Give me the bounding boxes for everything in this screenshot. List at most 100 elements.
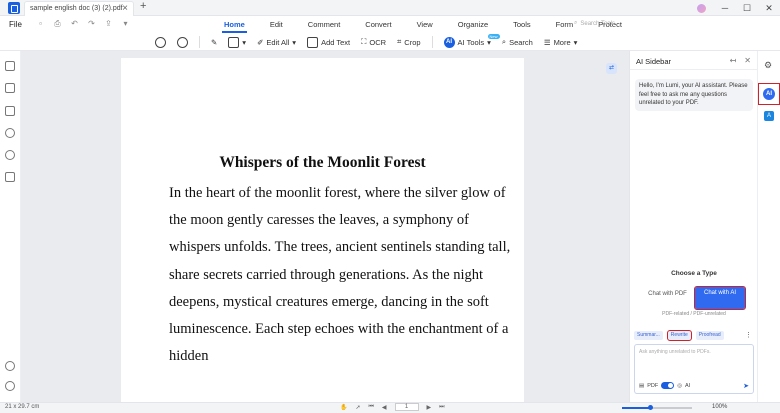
comment-icon[interactable]	[5, 106, 15, 116]
zoom-slider[interactable]	[622, 405, 692, 410]
close-icon[interactable]: ✕	[758, 3, 780, 14]
add-text-button[interactable]: Add Text	[307, 36, 350, 48]
menu-tools[interactable]: Tools	[513, 20, 531, 29]
menu-view[interactable]: View	[417, 20, 433, 29]
ai-tools-button[interactable]: AI AI Tools ▾ New	[443, 33, 500, 48]
zoom-in-icon	[177, 36, 188, 48]
summarize-button[interactable]: Summar...	[634, 331, 663, 340]
pdf-icon: ▤	[639, 382, 645, 389]
crop-icon: ⌗	[397, 37, 402, 46]
save-icon[interactable]: ▫	[36, 19, 45, 28]
maximize-icon[interactable]: ☐	[736, 3, 758, 14]
edit-all-label: Edit All	[266, 37, 290, 47]
ai-sidebar-toggle-button[interactable]: AI	[758, 83, 780, 105]
chat-with-pdf-option[interactable]: Chat with PDF	[644, 289, 691, 309]
print-icon[interactable]: ⎙	[53, 19, 62, 28]
menu-home[interactable]: Home	[222, 20, 247, 33]
back-icon[interactable]: ↤	[730, 56, 737, 65]
pdf-label: PDF	[647, 382, 659, 389]
ai-label: AI	[685, 382, 691, 389]
prev-page-icon[interactable]: ◀	[382, 404, 387, 411]
zoom-in-button[interactable]	[177, 36, 188, 48]
zoom-slider-handle[interactable]	[648, 405, 653, 410]
menu-organize[interactable]: Organize	[458, 20, 488, 29]
pdf-page[interactable]: Whispers of the Moonlit Forest In the he…	[121, 58, 524, 402]
new-tab-button[interactable]: +	[140, 0, 146, 12]
text-icon	[307, 36, 319, 48]
mode-toggle[interactable]	[661, 382, 675, 389]
tab-title: sample english doc (3) (2).pdf	[30, 5, 123, 12]
crop-label: Crop	[404, 37, 421, 47]
zoom-slider-fill	[622, 407, 650, 409]
avatar[interactable]	[697, 3, 706, 13]
undo-icon[interactable]: ↶	[70, 19, 79, 28]
search-label: Search	[509, 37, 533, 47]
document-tab[interactable]: sample english doc (3) (2).pdf ×	[24, 1, 134, 16]
layers-icon[interactable]	[5, 172, 15, 182]
search-tools[interactable]: ⌕ Search Tools	[574, 20, 615, 27]
hand-tool-icon[interactable]: ✋	[340, 404, 347, 411]
select-tool-icon[interactable]: ➚	[355, 404, 360, 411]
menu-convert[interactable]: Convert	[365, 20, 391, 29]
toolbar: ✎ ▾ ✐ Edit All ▾ Add Text ⛶ OCR ⌗ Crop AI AI…	[0, 33, 780, 51]
search-icon: ⌕	[501, 37, 507, 46]
chevron-down-icon: ▾	[292, 37, 297, 47]
redo-icon[interactable]: ↷	[87, 19, 96, 28]
share-icon[interactable]: ⇪	[104, 19, 113, 28]
document-body: In the heart of the moonlit forest, wher…	[169, 185, 511, 365]
pages-icon[interactable]	[5, 61, 15, 71]
crop-button[interactable]: ⌗ Crop	[397, 37, 421, 47]
pdf-ai-toggle[interactable]: ▤ PDF ◎ AI	[639, 382, 690, 389]
ai-icon: AI	[443, 36, 455, 48]
page-number-input[interactable]: 1	[394, 403, 419, 411]
chat-with-ai-option[interactable]: Chat with AI	[694, 286, 746, 310]
menu-edit[interactable]: Edit	[270, 20, 283, 29]
menu-form[interactable]: Form	[556, 20, 574, 29]
highlight-button[interactable]: ✎	[211, 38, 217, 47]
ocr-button[interactable]: ⛶ OCR	[361, 37, 386, 47]
dropdown-icon[interactable]: ▾	[121, 19, 130, 28]
translate-rail-icon[interactable]: A	[764, 111, 774, 121]
properties-icon[interactable]: ⚙	[764, 60, 772, 71]
last-page-icon[interactable]: ⏭	[439, 404, 444, 411]
proofread-button[interactable]: Proofread	[695, 331, 724, 340]
close-icon[interactable]: ✕	[744, 56, 751, 65]
search-button[interactable]: ⌕ Search	[502, 37, 533, 47]
bookmark-icon[interactable]	[5, 83, 15, 93]
tab-close-icon[interactable]: ×	[122, 3, 128, 14]
menu-bar: File ▫ ⎙ ↶ ↷ ⇪ ▾ Home Edit Comment Conve…	[0, 16, 780, 33]
zoom-level[interactable]: 100%	[712, 404, 727, 410]
more-options-icon[interactable]: ⋮	[745, 331, 752, 339]
edit-all-button[interactable]: ✐ Edit All ▾	[257, 38, 296, 47]
notifications-icon[interactable]	[5, 381, 15, 391]
first-page-icon[interactable]: ⏮	[369, 404, 374, 411]
search-icon[interactable]	[5, 150, 15, 160]
menu-comment[interactable]: Comment	[308, 20, 341, 29]
more-icon: ☰	[543, 37, 551, 47]
ai-sidebar-title: AI Sidebar	[636, 57, 672, 66]
next-page-icon[interactable]: ▶	[427, 404, 432, 411]
search-icon: ⌕	[574, 20, 578, 26]
send-icon[interactable]: ➤	[743, 382, 749, 390]
chat-type-note: PDF-related / PDF-unrelated	[662, 311, 726, 317]
ai-input-placeholder: Ask anything unrelated to PDFs.	[639, 349, 711, 355]
translate-icon[interactable]: ⇄	[606, 63, 617, 74]
page-navigation: ✋ ➚ ⏮ ◀ 1 ▶ ⏭	[340, 403, 445, 411]
ai-greeting-message: Hello, I'm Lumi, your AI assistant. Plea…	[635, 79, 753, 111]
zoom-out-button[interactable]	[155, 36, 166, 48]
ai-tools-label: AI Tools	[457, 37, 485, 47]
title-bar: sample english doc (3) (2).pdf × + ─ ☐ ✕	[0, 0, 780, 16]
rewrite-button[interactable]: Rewrite	[666, 330, 692, 341]
more-button[interactable]: ☰ More ▾	[544, 38, 578, 47]
shape-button[interactable]: ▾	[228, 36, 246, 48]
ai-chat-input[interactable]: Ask anything unrelated to PDFs. ▤ PDF ◎ …	[634, 344, 754, 394]
document-viewer[interactable]: Whispers of the Moonlit Forest In the he…	[21, 51, 629, 402]
zoom-out-icon	[155, 36, 166, 48]
file-menu[interactable]: File	[9, 20, 22, 29]
ocr-icon: ⛶	[361, 37, 367, 46]
help-icon[interactable]	[5, 361, 15, 371]
search-tools-placeholder: Search Tools	[580, 20, 615, 27]
ocr-label: OCR	[369, 37, 387, 47]
minimize-icon[interactable]: ─	[714, 3, 736, 13]
attachment-icon[interactable]	[5, 128, 15, 138]
